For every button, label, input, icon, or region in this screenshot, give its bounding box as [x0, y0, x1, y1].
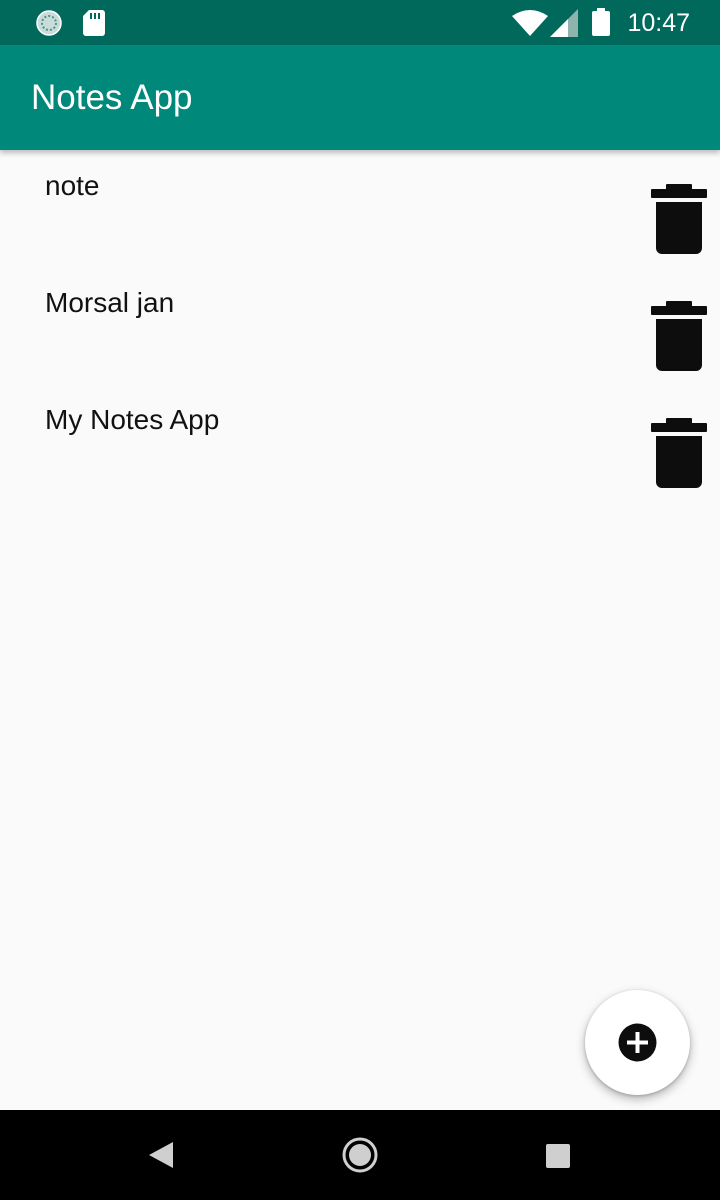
wifi-icon: [512, 10, 548, 41]
battery-icon: [592, 8, 610, 41]
status-time: 10:47: [627, 9, 690, 37]
note-list: note Morsal jan My Notes App: [0, 150, 720, 501]
recents-icon[interactable]: [546, 1144, 570, 1173]
back-icon[interactable]: [149, 1142, 173, 1173]
status-bar: 10:47: [0, 0, 720, 45]
note-title[interactable]: My Notes App: [45, 402, 219, 438]
trash-icon: [651, 301, 707, 371]
note-title[interactable]: note: [45, 168, 100, 204]
navigation-bar: [0, 1110, 720, 1200]
delete-note-button[interactable]: [648, 184, 710, 254]
signal-icon: [550, 9, 578, 42]
app-bar: Notes App: [0, 45, 720, 150]
add-circle-icon: [618, 1023, 657, 1062]
add-note-button[interactable]: [585, 990, 690, 1095]
trash-icon: [651, 418, 707, 488]
trash-icon: [651, 184, 707, 254]
delete-note-button[interactable]: [648, 418, 710, 488]
note-title[interactable]: Morsal jan: [45, 285, 174, 321]
note-item[interactable]: Morsal jan: [0, 267, 720, 384]
sync-icon: [35, 9, 63, 42]
note-item[interactable]: My Notes App: [0, 384, 720, 501]
app-title: Notes App: [31, 78, 193, 117]
note-item[interactable]: note: [0, 150, 720, 267]
home-icon[interactable]: [342, 1137, 378, 1178]
sd-card-icon: [83, 10, 105, 41]
delete-note-button[interactable]: [648, 301, 710, 371]
